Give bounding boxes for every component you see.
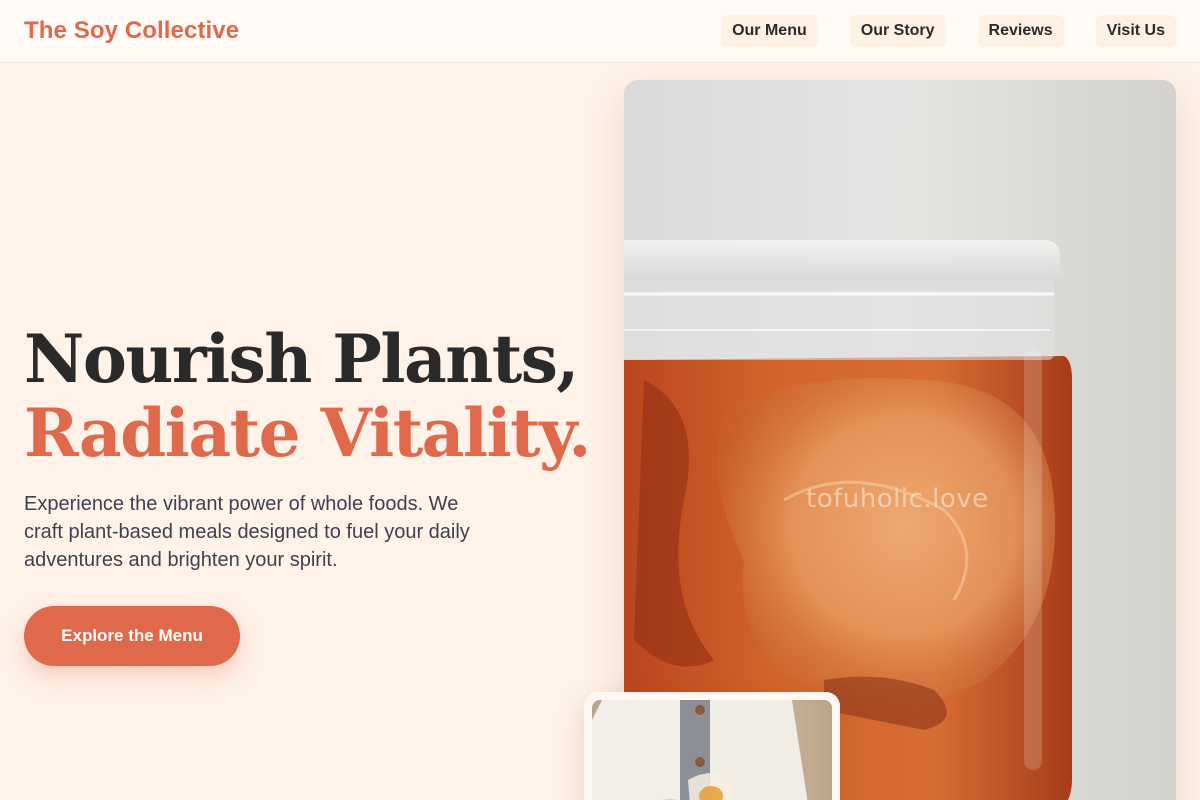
- inset-drink-illustration: [592, 700, 832, 800]
- inset-photo-drink: [592, 700, 832, 800]
- brand-logo-link[interactable]: The Soy Collective: [24, 17, 239, 45]
- site-header: The Soy Collective Our Menu Our Story Re…: [0, 0, 1200, 63]
- explore-menu-button[interactable]: Explore the Menu: [24, 606, 240, 666]
- hero-title-line-1: Nourish Plants,: [24, 320, 579, 398]
- page: The Soy Collective Our Menu Our Story Re…: [0, 0, 1200, 800]
- nav-item-our-story[interactable]: Our Story: [849, 15, 946, 47]
- image-watermark: tofuholic.love: [806, 484, 989, 514]
- hero-title-line-2: Radiate Vitality.: [24, 394, 591, 472]
- main-nav: Our Menu Our Story Reviews Visit Us: [721, 15, 1176, 47]
- nav-item-visit-us[interactable]: Visit Us: [1095, 15, 1176, 47]
- nav-item-reviews[interactable]: Reviews: [977, 15, 1064, 47]
- hero-description: Experience the vibrant power of whole fo…: [24, 493, 470, 571]
- hero-title: Nourish Plants, Radiate Vitality.: [24, 320, 591, 472]
- inset-image-card: [584, 692, 840, 800]
- nav-item-our-menu[interactable]: Our Menu: [721, 15, 818, 47]
